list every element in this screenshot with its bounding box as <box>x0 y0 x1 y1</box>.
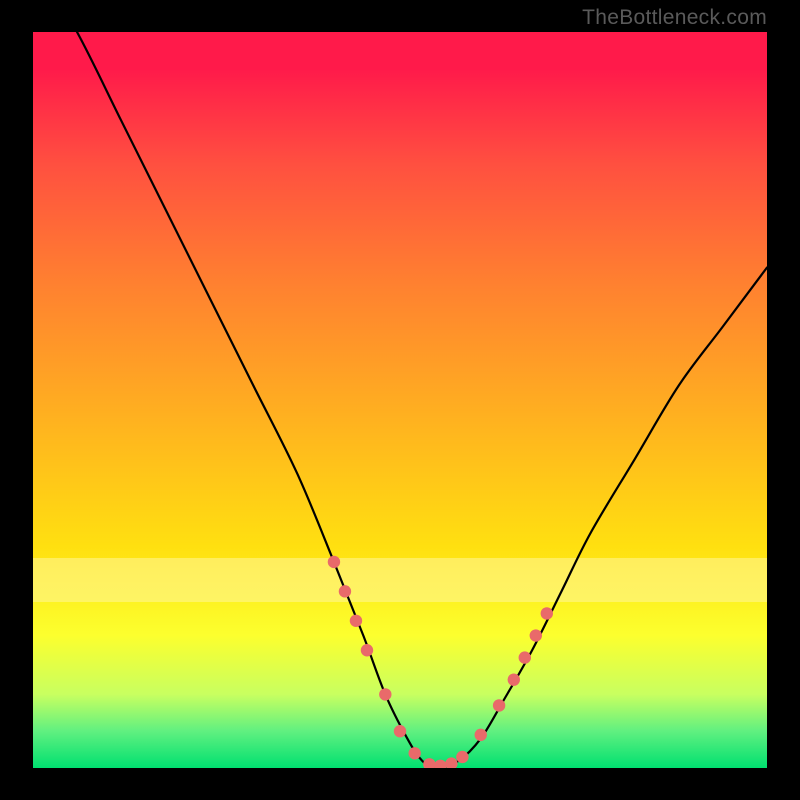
curve-marker <box>379 688 391 700</box>
curve-marker <box>475 729 487 741</box>
curve-marker <box>530 629 542 641</box>
curve-marker <box>456 751 468 763</box>
curve-marker <box>519 651 531 663</box>
curve-marker <box>508 673 520 685</box>
curve-marker <box>394 725 406 737</box>
curve-marker <box>339 585 351 597</box>
curve-marker <box>408 747 420 759</box>
watermark-text: TheBottleneck.com <box>582 6 767 30</box>
curve-marker <box>541 607 553 619</box>
curve-marker <box>493 699 505 711</box>
curve-marker <box>434 760 446 768</box>
curve-marker <box>328 556 340 568</box>
curve-markers <box>328 556 553 768</box>
curve-svg <box>33 32 767 768</box>
curve-marker <box>423 758 435 768</box>
chart-frame: TheBottleneck.com <box>0 0 800 800</box>
bottleneck-curve <box>33 32 767 768</box>
curve-marker <box>350 615 362 627</box>
curve-marker <box>445 757 457 768</box>
curve-marker <box>361 644 373 656</box>
plot-area <box>33 32 767 768</box>
